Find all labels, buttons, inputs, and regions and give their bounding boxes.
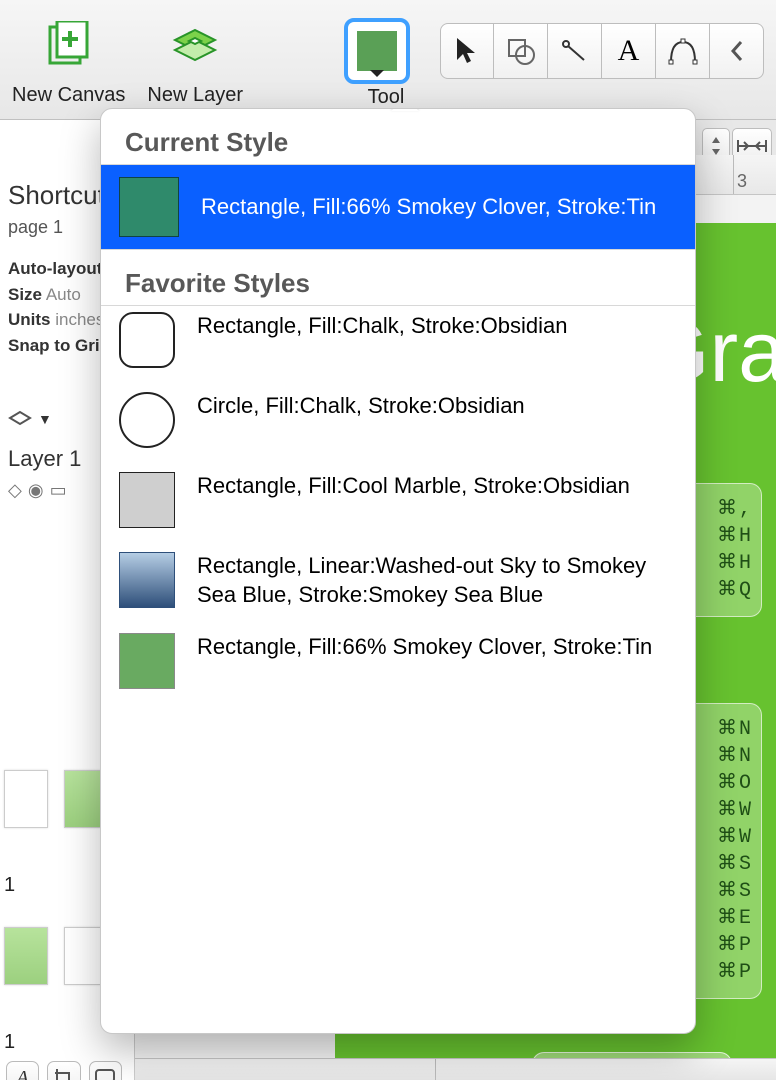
chevron-left-button[interactable] xyxy=(710,23,764,79)
page-number: 1 xyxy=(4,1031,124,1054)
shape-tool-group: A xyxy=(440,23,764,79)
tool-label: Tool xyxy=(368,86,405,109)
favorite-style-row[interactable]: Rectangle, Fill:Cool Marble, Stroke:Obsi… xyxy=(101,466,695,546)
style-swatch-icon xyxy=(119,472,175,528)
style-swatch-icon xyxy=(119,312,175,368)
style-label: Rectangle, Fill:66% Smokey Clover, Strok… xyxy=(201,193,656,222)
current-style-heading: Current Style xyxy=(101,109,695,165)
new-canvas-label: New Canvas xyxy=(12,84,125,107)
layer-visible-icon: ◉ xyxy=(28,480,50,500)
text-tool[interactable]: A xyxy=(602,23,656,79)
style-label: Rectangle, Linear:Washed-out Sky to Smok… xyxy=(197,552,677,609)
text-style-button[interactable]: A xyxy=(6,1061,39,1080)
crop-button[interactable] xyxy=(47,1061,80,1080)
favorite-styles-heading: Favorite Styles xyxy=(101,249,695,306)
pen-tool[interactable] xyxy=(656,23,710,79)
shape-tool[interactable] xyxy=(494,23,548,79)
style-label: Circle, Fill:Chalk, Stroke:Obsidian xyxy=(197,392,525,421)
chat-button[interactable] xyxy=(89,1061,122,1080)
ruler-bottom xyxy=(135,1058,776,1080)
new-layer-label: New Layer xyxy=(147,84,243,107)
text-tool-icon: A xyxy=(618,34,640,68)
inspector-toolbar: A xyxy=(2,1061,122,1080)
tool-swatch-frame xyxy=(344,18,410,84)
layer-stack-icon: ◇ xyxy=(8,480,28,500)
style-swatch-icon xyxy=(119,552,175,608)
tool-swatch-icon xyxy=(357,31,397,71)
style-label: Rectangle, Fill:Chalk, Stroke:Obsidian xyxy=(197,312,568,341)
favorite-styles-list: Rectangle, Fill:Chalk, Stroke:Obsidian C… xyxy=(101,306,695,707)
ruler-tick-label: 3 xyxy=(737,171,747,192)
style-label: Rectangle, Fill:Cool Marble, Stroke:Obsi… xyxy=(197,472,630,501)
new-layer-icon xyxy=(167,18,223,74)
italic-a-icon: A xyxy=(17,1067,29,1080)
current-tool-button[interactable]: Tool xyxy=(344,18,428,109)
new-layer-button[interactable]: New Layer xyxy=(147,18,243,107)
favorite-style-row[interactable]: Rectangle, Linear:Washed-out Sky to Smok… xyxy=(101,546,695,627)
page-thumb[interactable] xyxy=(4,770,48,828)
layer-outline-icon: ▭ xyxy=(50,480,73,500)
favorite-style-row[interactable]: Rectangle, Fill:Chalk, Stroke:Obsidian xyxy=(101,306,695,386)
new-canvas-button[interactable]: New Canvas xyxy=(12,18,125,107)
favorite-style-row[interactable]: Circle, Fill:Chalk, Stroke:Obsidian xyxy=(101,386,695,466)
style-swatch-icon xyxy=(119,177,179,237)
main-toolbar: New Canvas New Layer Tool A xyxy=(0,0,776,120)
style-label: Rectangle, Fill:66% Smokey Clover, Strok… xyxy=(197,633,652,662)
favorite-style-row[interactable]: Rectangle, Fill:66% Smokey Clover, Strok… xyxy=(101,627,695,707)
pointer-tool[interactable] xyxy=(440,23,494,79)
line-tool[interactable] xyxy=(548,23,602,79)
style-swatch-icon xyxy=(119,392,175,448)
new-canvas-icon xyxy=(41,18,97,74)
page-thumb[interactable] xyxy=(4,927,48,985)
current-style-row[interactable]: Rectangle, Fill:66% Smokey Clover, Strok… xyxy=(101,165,695,249)
style-swatch-icon xyxy=(119,633,175,689)
style-popover: Current Style Rectangle, Fill:66% Smokey… xyxy=(100,108,696,1034)
